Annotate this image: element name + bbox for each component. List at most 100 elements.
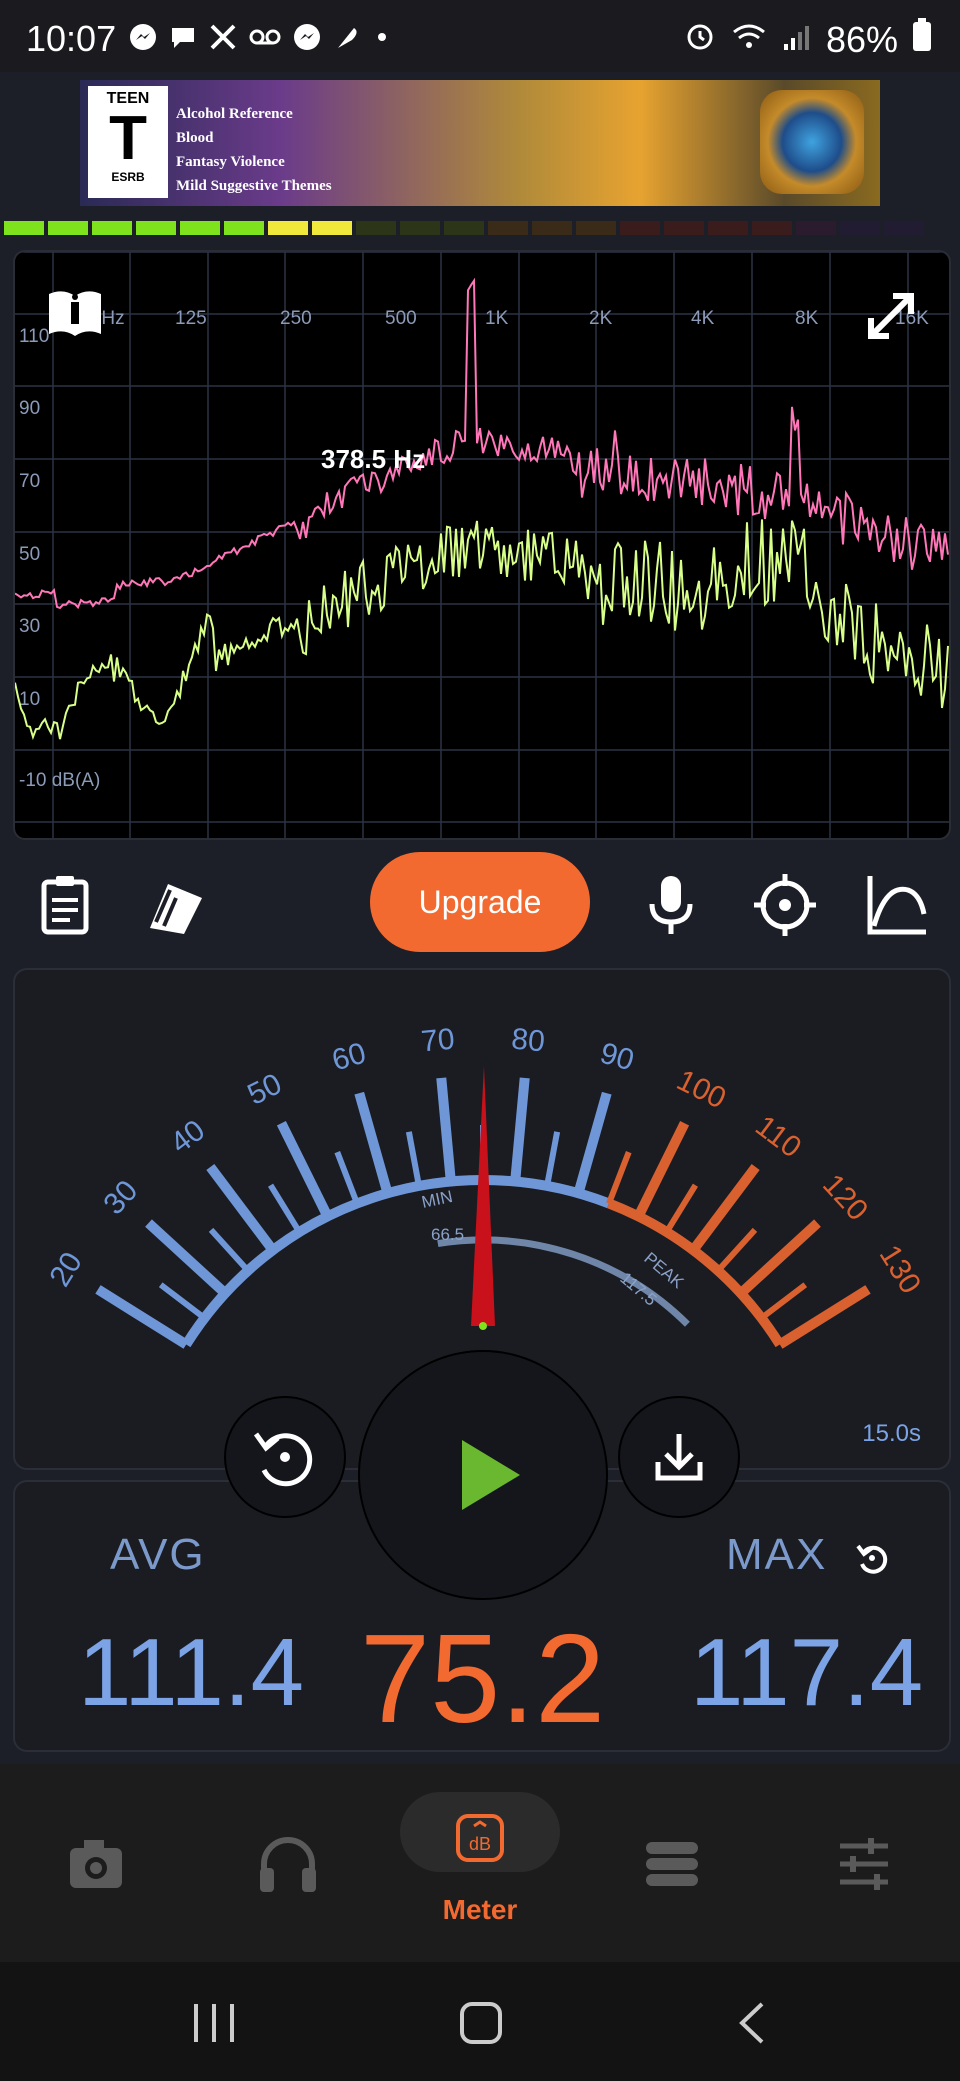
gauge-tick (208, 1227, 251, 1273)
gauge-tick (606, 1151, 632, 1205)
nav-label-meter: Meter (442, 1894, 518, 1925)
reset-button[interactable] (224, 1396, 346, 1518)
status-right: 86% (684, 18, 932, 61)
gauge-tick (268, 1183, 302, 1234)
battery-icon (912, 18, 932, 61)
wifi-icon (730, 19, 768, 61)
gauge-needle (471, 1066, 495, 1327)
esrb-rating-badge: TEEN T ESRB (88, 86, 168, 198)
gauge-tick (334, 1151, 360, 1205)
freq-tick-label: 4K (691, 308, 715, 329)
gauge-tick (544, 1131, 561, 1187)
upgrade-button[interactable]: Upgrade (370, 852, 590, 952)
min-value: 66.5 (431, 1225, 464, 1244)
session-timer: 15.0s (862, 1420, 921, 1447)
descriptor: Blood (176, 130, 214, 146)
voicemail-icon (248, 22, 282, 59)
freq-tick-label: 500 (385, 308, 417, 329)
peak-value: 117.5 (616, 1269, 660, 1310)
ad-banner[interactable]: TEEN T ESRB Alcohol Reference Blood Fant… (80, 80, 880, 206)
max-label: MAX (726, 1530, 828, 1579)
gauge-scale-label: 20 (43, 1247, 89, 1293)
db-tick-label: 10 (19, 689, 40, 710)
cards-icon[interactable] (140, 870, 210, 940)
db-tick-label: -10 dB(A) (19, 770, 100, 791)
reset-icon (253, 1432, 313, 1487)
gauge-tick (510, 1077, 530, 1182)
descriptor: Mild Suggestive Themes (176, 178, 332, 194)
freq-tick-label: 8K (795, 308, 819, 329)
download-icon (655, 1434, 703, 1481)
db-tick-label: 70 (19, 471, 40, 492)
gauge-tick (573, 1091, 612, 1195)
book-icon[interactable] (45, 288, 105, 340)
recents-icon[interactable] (186, 1998, 242, 2048)
needle-pivot (479, 1322, 487, 1330)
db-tick-label: 30 (19, 616, 40, 637)
gauge-arc-blue (181, 1175, 611, 1348)
avg-value: 111.4 (78, 1619, 304, 1726)
headphones-icon[interactable] (248, 1824, 328, 1904)
messenger-icon (128, 22, 158, 59)
max-value: 117.4 (690, 1619, 924, 1726)
gauge-scale-label: 100 (672, 1064, 732, 1116)
gauge-scale-label: 70 (420, 1023, 456, 1059)
chat-icon (168, 22, 198, 59)
gauge-scale-label: 30 (97, 1174, 144, 1221)
list-icon[interactable] (632, 1824, 712, 1904)
gauge-tick (759, 1282, 808, 1321)
freq-tick-label: 1K (485, 308, 509, 329)
rating-letter: T (109, 104, 147, 173)
microphone-icon[interactable] (636, 870, 706, 940)
min-label: MIN (420, 1187, 454, 1212)
alarm-icon (684, 19, 716, 61)
gauge-scale-label: 130 (873, 1240, 928, 1300)
status-time: 10:07 (26, 18, 117, 59)
gauge-tick (633, 1120, 690, 1219)
rating-bottom: ESRB (111, 170, 145, 184)
gauge-scale-label: 50 (242, 1067, 287, 1111)
descriptor: Fantasy Violence (176, 154, 285, 170)
gauge-scale-label: 40 (165, 1114, 212, 1160)
freq-tick-label: 250 (280, 308, 312, 329)
current-value: 75.2 (360, 1608, 606, 1749)
gauge-tick (436, 1077, 456, 1182)
curve-icon[interactable] (862, 870, 932, 940)
notification-icons (128, 22, 392, 59)
gauge-scale-label: 120 (816, 1168, 874, 1227)
dot-icon (372, 22, 392, 59)
sliders-icon[interactable] (824, 1824, 904, 1904)
gauge-tick (715, 1227, 758, 1273)
crosshair-icon[interactable] (750, 870, 820, 940)
feather-icon (332, 22, 362, 59)
bottom-navigation: dB Meter (0, 1764, 960, 1962)
battery-text: 86% (825, 18, 898, 60)
system-navigation-bar (0, 1962, 960, 2081)
gauge-tick (405, 1131, 422, 1187)
camera-icon[interactable] (56, 1824, 136, 1904)
meter-icon[interactable]: dB (440, 1798, 520, 1878)
gauge-scale-label: 60 (328, 1037, 369, 1078)
x-icon (208, 22, 238, 59)
db-tick-label: 90 (19, 398, 40, 419)
rating-descriptors: Alcohol Reference Blood Fantasy Violence… (176, 102, 332, 198)
play-button[interactable] (358, 1350, 608, 1600)
home-icon[interactable] (456, 1998, 506, 2048)
fullscreen-icon[interactable] (863, 288, 919, 344)
back-icon[interactable] (730, 1998, 774, 2048)
avg-label: AVG (110, 1530, 206, 1579)
clipboard-icon[interactable] (30, 870, 100, 940)
messenger-icon-2 (292, 22, 322, 59)
peak-frequency-readout: 378.5 Hz (321, 444, 425, 474)
max-reset-icon[interactable] (852, 1538, 892, 1578)
freq-tick-label: 2K (589, 308, 613, 329)
status-bar: 10:07 86% (0, 0, 960, 72)
spectrum-analyzer[interactable]: 62 Hz1252505001K2K4K8K16K 1109070503010-… (13, 250, 951, 840)
db-tick-label: 50 (19, 544, 40, 565)
gauge-tick (354, 1091, 393, 1195)
gauge-scale-label: 90 (596, 1037, 637, 1078)
export-button[interactable] (618, 1396, 740, 1518)
gauge-tick (158, 1282, 207, 1321)
gauge-tick (276, 1120, 333, 1219)
svg-text:dB: dB (469, 1834, 491, 1854)
